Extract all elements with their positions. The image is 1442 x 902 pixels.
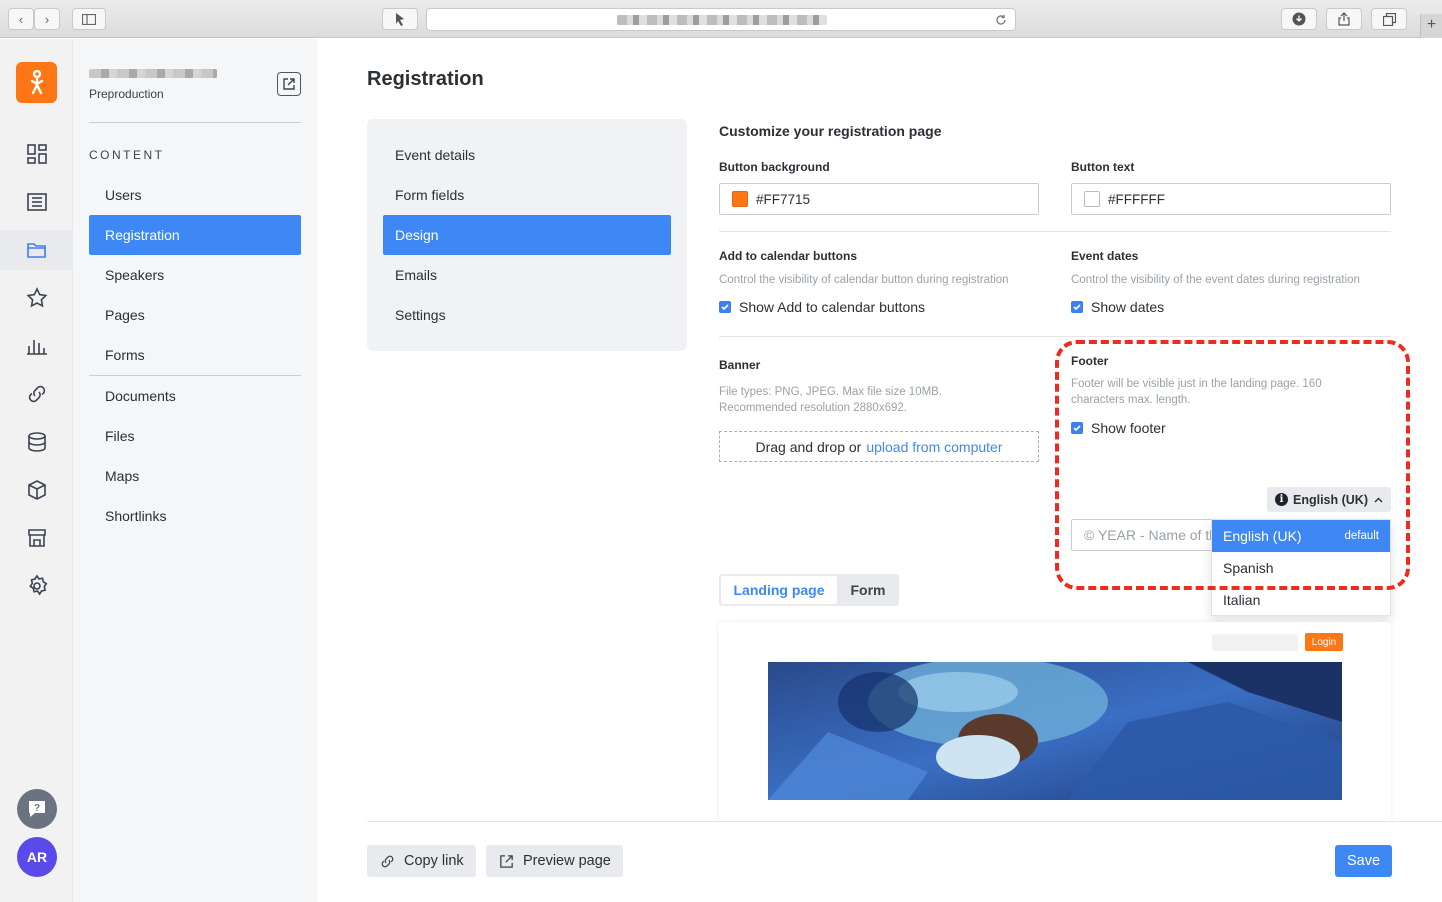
star-icon[interactable] [0,278,73,318]
site-icon[interactable] [382,8,418,30]
sidebar-item-maps[interactable]: Maps [89,456,301,496]
help-chat-icon[interactable]: ? [17,789,57,829]
content-sidebar: Preproduction CONTENT Users Registration… [73,39,317,902]
tab-design[interactable]: Design [383,215,671,255]
sidebar-item-shortlinks[interactable]: Shortlinks [89,496,301,536]
dashboard-icon[interactable] [0,134,73,174]
banner-image [768,662,1342,800]
tab-emails[interactable]: Emails [383,255,671,295]
preview-login-button: Login [1305,633,1343,651]
analytics-icon[interactable] [0,326,73,366]
sidebar-item-documents[interactable]: Documents [89,376,301,416]
event-dates-checkbox-label: Show dates [1091,299,1165,315]
new-tab-button[interactable]: + [1420,14,1442,38]
checkbox-checked-icon[interactable] [719,301,731,313]
icon-rail: ? AR [0,39,73,902]
divider [719,231,1391,232]
button-text-value: #FFFFFF [1108,191,1165,207]
option-label: Italian [1223,592,1261,608]
banner-label: Banner [719,358,761,372]
sidebar-item-forms[interactable]: Forms [89,335,301,375]
button-text-label: Button text [1071,160,1135,174]
back-icon[interactable]: ‹ [8,8,34,30]
sidebar-item-speakers[interactable]: Speakers [89,255,301,295]
color-swatch[interactable] [1084,191,1100,207]
tab-landing-page[interactable]: Landing page [721,576,837,604]
event-dates-label: Event dates [1071,249,1139,263]
registration-subnav: Event details Form fields Design Emails … [367,119,687,351]
banner-help-line1: File types: PNG, JPEG. Max file size 10M… [719,386,943,398]
database-icon[interactable] [0,422,73,462]
dropzone-text: Drag and drop or [755,438,862,455]
preview-nav-placeholder [1212,634,1298,651]
color-swatch[interactable] [732,191,748,207]
save-button[interactable]: Save [1335,845,1392,877]
share-icon[interactable] [1326,8,1362,30]
folder-icon[interactable] [0,230,73,270]
calendar-checkbox-label: Show Add to calendar buttons [739,299,926,315]
download-icon[interactable] [1281,8,1317,30]
box-icon[interactable] [0,470,73,510]
link-icon[interactable] [0,374,73,414]
banner-dropzone[interactable]: Drag and drop or upload from computer [719,431,1039,462]
event-dates-checkbox[interactable]: Show dates [1071,299,1164,315]
highlight-annotation [1055,340,1410,590]
calendar-checkbox[interactable]: Show Add to calendar buttons [719,299,925,315]
avatar[interactable]: AR [17,837,57,877]
news-icon[interactable] [0,182,73,222]
action-bar: Copy link Preview page Save [367,821,1442,902]
preview-page-label: Preview page [523,853,611,869]
page-title: Registration [367,68,484,90]
section-heading: Customize your registration page [719,123,942,139]
external-link-icon [500,854,513,868]
org-environment: Preproduction [89,87,164,101]
nav-section-title: CONTENT [89,148,165,162]
sidebar-item-files[interactable]: Files [89,416,301,456]
tab-form-fields[interactable]: Form fields [383,175,671,215]
svg-text:?: ? [34,803,40,814]
checkbox-checked-icon[interactable] [1071,301,1083,313]
app-logo-icon[interactable] [16,62,57,103]
address-bar[interactable] [426,8,1016,31]
forward-icon[interactable]: › [34,8,60,30]
divider [719,336,1391,337]
calendar-label: Add to calendar buttons [719,249,857,263]
button-text-field[interactable]: #FFFFFF [1071,183,1391,215]
upload-link[interactable]: upload from computer [866,439,1002,455]
sidebar-item-pages[interactable]: Pages [89,295,301,335]
landing-page-preview: Login [719,622,1391,832]
tab-form[interactable]: Form [839,576,897,604]
divider [89,122,301,123]
copy-link-button[interactable]: Copy link [367,845,476,877]
sidebar-item-registration[interactable]: Registration [89,215,301,255]
tab-settings[interactable]: Settings [383,295,671,335]
browser-toolbar: ‹ › + [0,0,1442,38]
sidebar-toggle-icon[interactable] [72,8,106,30]
main-panel: Registration Event details Form fields D… [317,39,1442,902]
banner-help-line2: Recommended resolution 2880x692. [719,402,907,414]
sidebar-item-users[interactable]: Users [89,175,301,215]
event-dates-help: Control the visibility of the event date… [1071,274,1360,286]
button-background-value: #FF7715 [756,191,811,207]
org-name-redacted [89,69,217,78]
store-icon[interactable] [0,518,73,558]
copy-link-label: Copy link [404,853,464,869]
preview-page-button[interactable]: Preview page [486,845,623,877]
tabs-icon[interactable] [1371,8,1407,30]
button-background-field[interactable]: #FF7715 [719,183,1039,215]
calendar-help: Control the visibility of calendar butto… [719,274,1009,286]
tab-event-details[interactable]: Event details [383,135,671,175]
link-icon [381,855,394,867]
button-background-label: Button background [719,160,830,174]
gear-icon[interactable] [0,566,73,606]
preview-tabs: Landing page Form [719,574,899,606]
url-redacted [617,15,827,25]
reload-icon[interactable] [995,14,1007,26]
external-link-icon[interactable] [277,72,301,96]
